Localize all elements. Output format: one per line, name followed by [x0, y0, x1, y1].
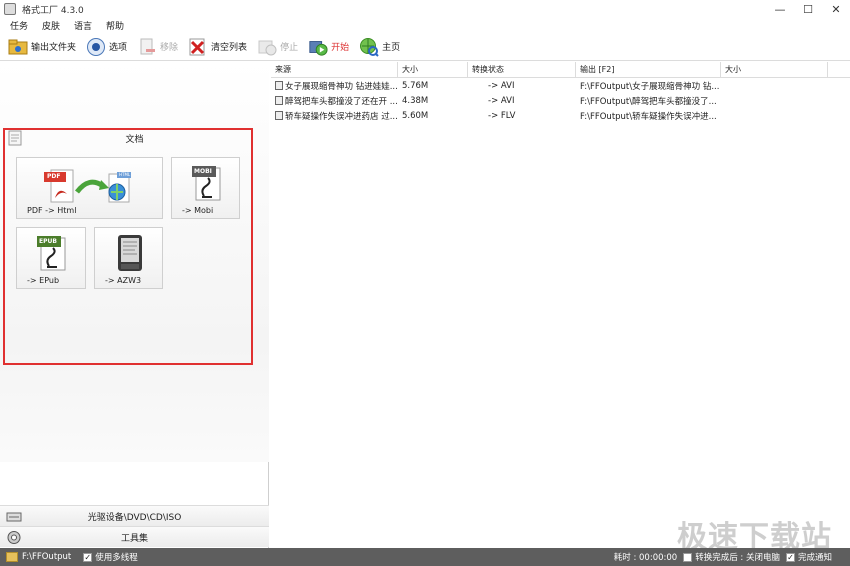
folder-icon[interactable]	[6, 552, 18, 562]
row-source: 轿车疑操作失误冲进药店 过...	[285, 111, 398, 122]
remove-button[interactable]: 移除	[137, 35, 178, 59]
row-output: F:\FFOutput\醉驾把车头都撞没了...	[580, 96, 717, 107]
menu-bar: 任务 皮肤 语言 帮助	[0, 18, 850, 33]
category-tools[interactable]: 工具集	[0, 526, 269, 547]
menu-language[interactable]: 语言	[74, 19, 92, 32]
menu-skin[interactable]: 皮肤	[42, 19, 60, 32]
to-epub-tile[interactable]: EPUB -> EPub	[16, 227, 86, 289]
pdf-to-html-label: PDF -> Html	[27, 206, 77, 215]
category-document-label: 文档	[125, 134, 144, 145]
options-label: 选项	[109, 43, 128, 53]
row-output: F:\FFOutput\女子展现缩骨神功 钻...	[580, 81, 720, 92]
title-bar: 格式工厂 4.3.0 — ☐ ✕	[0, 0, 850, 18]
start-button[interactable]: 开始	[308, 35, 349, 59]
table-row[interactable]: 醉驾把车头都撞没了还在开 ... 4.38M -> AVI F:\FFOutpu…	[271, 93, 850, 108]
elapsed-time: 耗时 : 00:00:00	[613, 553, 678, 563]
clear-list-button[interactable]: 清空列表	[188, 35, 247, 59]
window-controls: — ☐ ✕	[766, 0, 850, 18]
output-folder-label: 输出文件夹	[31, 43, 77, 53]
table-row[interactable]: 轿车疑操作失误冲进药店 过... 5.60M -> FLV F:\FFOutpu…	[271, 108, 850, 123]
row-size: 5.76M	[402, 80, 429, 91]
window-title: 格式工厂 4.3.0	[22, 5, 84, 16]
menu-task[interactable]: 任务	[10, 19, 28, 32]
row-source: 女子展现缩骨神功 钻进娃娃...	[285, 81, 398, 92]
mobi-badge: MOBI	[194, 168, 212, 175]
task-list: 来源 大小 转换状态 输出 [F2] 大小 女子展现缩骨神功 钻进娃娃... 5…	[271, 62, 850, 548]
bottom-categories: 光驱设备\DVD\CD\ISO 工具集	[0, 505, 269, 547]
category-document[interactable]: 文档	[0, 128, 269, 148]
maximize-button[interactable]: ☐	[794, 0, 822, 18]
options-icon	[86, 37, 106, 57]
row-size: 4.38M	[402, 95, 429, 106]
multithread-checkbox[interactable]: ✓	[83, 552, 93, 562]
notify-label: 完成通知	[797, 553, 832, 563]
pdf-to-html-tile[interactable]: PDF HTML PDF -> Html	[16, 157, 163, 219]
app-icon	[4, 3, 16, 15]
remove-icon	[137, 37, 157, 57]
after-convert-checkbox[interactable]	[683, 552, 693, 562]
category-tools-label: 工具集	[120, 533, 148, 544]
output-folder-button[interactable]: 输出文件夹	[8, 35, 76, 59]
to-epub-label: -> EPub	[27, 276, 60, 285]
table-row[interactable]: 女子展现缩骨神功 钻进娃娃... 5.76M -> AVI F:\FFOutpu…	[271, 78, 850, 93]
start-label: 开始	[331, 43, 350, 53]
row-source: 醉驾把车头都撞没了还在开 ...	[285, 96, 398, 107]
tools-gear-icon	[7, 531, 21, 544]
home-globe-icon	[359, 37, 379, 57]
to-azw3-label: -> AZW3	[105, 276, 142, 285]
to-mobi-label: -> Mobi	[182, 206, 214, 215]
html-badge: HTML	[119, 172, 131, 177]
column-output[interactable]: 输出 [F2]	[576, 62, 721, 77]
epub-badge: EPUB	[39, 238, 57, 245]
close-button[interactable]: ✕	[822, 0, 850, 18]
row-status: -> FLV	[488, 110, 516, 121]
menu-help[interactable]: 帮助	[106, 19, 124, 32]
output-path: F:\FFOutput	[22, 552, 72, 562]
stop-label: 停止	[280, 43, 299, 53]
file-icon	[275, 81, 283, 90]
options-button[interactable]: 选项	[86, 35, 127, 59]
minimize-button[interactable]: —	[766, 0, 794, 18]
category-optical-label: 光驱设备\DVD\CD\ISO	[87, 512, 182, 523]
pdf-badge: PDF	[47, 173, 61, 180]
status-bar: F:\FFOutput ✓ 使用多线程 耗时 : 00:00:00 转换完成后 …	[0, 548, 850, 566]
column-output-size[interactable]: 大小	[721, 62, 828, 77]
notify-checkbox[interactable]: ✓	[785, 552, 795, 562]
disc-drive-icon	[6, 512, 22, 522]
file-icon	[275, 111, 283, 120]
to-azw3-tile[interactable]: -> AZW3	[94, 227, 163, 289]
toolbar: 输出文件夹 选项 移除 清空列表 停止 开始 主页	[0, 33, 850, 61]
clear-list-icon	[188, 37, 208, 57]
column-status[interactable]: 转换状态	[468, 62, 576, 77]
after-convert-label: 转换完成后 : 关闭电脑	[695, 553, 780, 563]
table-header: 来源 大小 转换状态 输出 [F2] 大小	[271, 62, 850, 78]
home-label: 主页	[382, 43, 401, 53]
row-status: -> AVI	[488, 95, 515, 106]
row-output: F:\FFOutput\轿车疑操作失误冲进...	[580, 111, 717, 122]
file-icon	[275, 96, 283, 105]
row-status: -> AVI	[488, 80, 515, 91]
clear-list-label: 清空列表	[211, 43, 248, 53]
stop-button[interactable]: 停止	[257, 35, 298, 59]
to-mobi-tile[interactable]: MOBI -> Mobi	[171, 157, 240, 219]
category-optical[interactable]: 光驱设备\DVD\CD\ISO	[0, 505, 269, 526]
home-button[interactable]: 主页	[359, 35, 400, 59]
start-icon	[308, 37, 328, 57]
document-icon	[8, 130, 22, 146]
column-source[interactable]: 来源	[271, 62, 398, 77]
row-size: 5.60M	[402, 110, 429, 121]
column-size[interactable]: 大小	[398, 62, 468, 77]
stop-icon	[257, 37, 277, 57]
folder-icon	[8, 37, 28, 57]
document-area: 文档 PDF HTML PDF -> Html MOBI -> Mobi EPU…	[0, 62, 269, 462]
ereader-icon	[118, 235, 142, 271]
remove-label: 移除	[160, 43, 179, 53]
multithread-label: 使用多线程	[95, 553, 138, 563]
